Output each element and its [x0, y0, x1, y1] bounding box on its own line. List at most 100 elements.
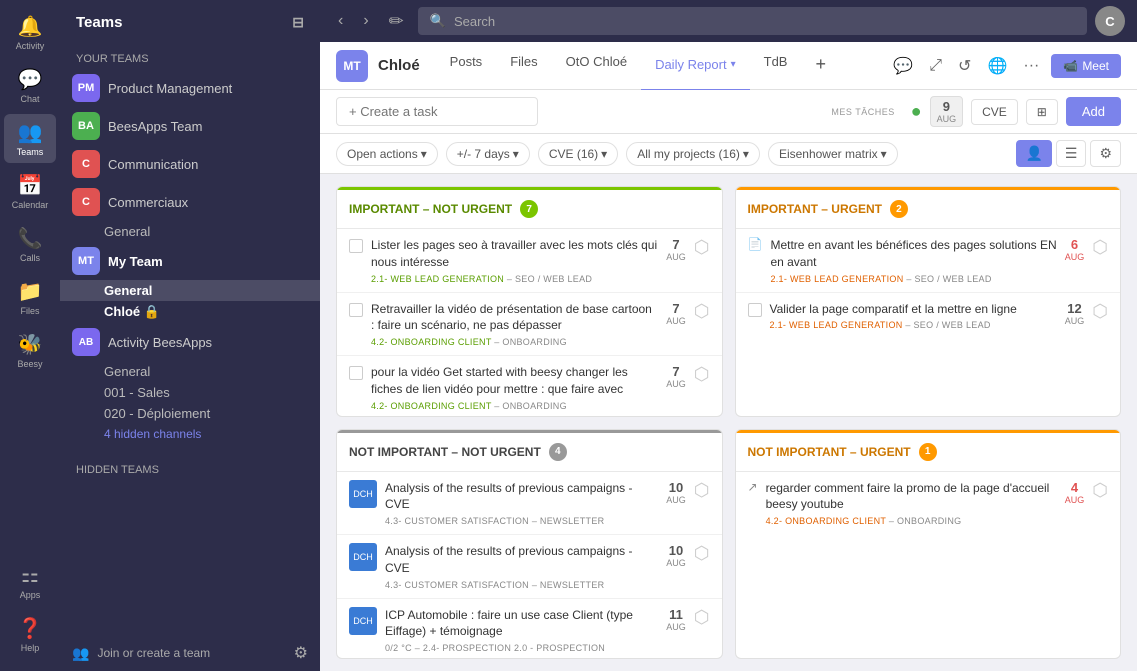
hexagon-icon[interactable]: ⬡ — [1092, 237, 1108, 258]
column-not-important-urgent: NOT IMPORTANT – URGENT 1 ↗ regarder comm… — [735, 429, 1122, 660]
task-date: 7 AUG — [666, 364, 686, 389]
filter-icon[interactable]: ⊟ — [292, 14, 304, 31]
hexagon-icon[interactable]: ⬡ — [694, 364, 710, 385]
search-bar: 🔍 — [418, 7, 1087, 35]
task-checkbox[interactable] — [748, 303, 762, 317]
people-icon: 👥 — [72, 645, 89, 662]
expand-button[interactable]: ⤢ — [925, 53, 946, 79]
sidebar-item-files[interactable]: 📁 Files — [4, 273, 56, 322]
task-checkbox[interactable] — [349, 239, 363, 253]
col-count-important-urgent: 2 — [890, 200, 908, 218]
sidebar-item-help[interactable]: ❓ Help — [4, 610, 56, 659]
channel-title: Chloé — [378, 57, 420, 74]
sidebar-item-beesy[interactable]: 🐝 Beesy — [4, 326, 56, 375]
channel-general-ab[interactable]: General — [60, 361, 320, 382]
column-important-urgent: IMPORTANT – URGENT 2 📄 Mettre en avant l… — [735, 186, 1122, 417]
hidden-channels[interactable]: 4 hidden channels — [60, 424, 320, 444]
globe-button[interactable]: 🌐 — [983, 52, 1011, 80]
sidebar-item-chat[interactable]: 💬 Chat — [4, 61, 56, 110]
task-checkbox[interactable] — [349, 303, 363, 317]
chat-action-button[interactable]: 💬 — [889, 52, 917, 80]
team-item-pm[interactable]: PM Product Management ··· — [60, 69, 320, 107]
meet-button[interactable]: 📹 Meet — [1051, 54, 1121, 78]
col-title-important-not-urgent: IMPORTANT – NOT URGENT — [349, 202, 512, 216]
hexagon-icon[interactable]: ⬡ — [694, 543, 710, 564]
calls-icon: 📞 — [18, 226, 43, 251]
teams-icon: 👥 — [18, 120, 43, 145]
channel-sales[interactable]: 001 - Sales — [60, 382, 320, 403]
channel-chloe[interactable]: Chloé 🔒 — [60, 301, 320, 323]
open-actions-filter[interactable]: Open actions ▾ — [336, 142, 438, 166]
sidebar-item-calendar[interactable]: 📅 Calendar — [4, 167, 56, 216]
task-title: pour la vidéo Get started with beesy cha… — [371, 364, 658, 398]
view-settings-button[interactable]: ⚙ — [1090, 140, 1121, 167]
view-list-button[interactable]: ☰ — [1056, 140, 1087, 167]
profile-avatar[interactable]: C — [1095, 6, 1125, 36]
days-range-filter[interactable]: +/- 7 days ▾ — [446, 142, 530, 166]
chevron-down-icon: ▾ — [421, 147, 427, 161]
chevron-down-icon-5: ▾ — [881, 147, 887, 161]
view-user-button[interactable]: 👤 — [1016, 140, 1051, 167]
column-important-not-urgent: IMPORTANT – NOT URGENT 7 Lister les page… — [336, 186, 723, 417]
tab-files[interactable]: Files — [496, 40, 551, 91]
channel-deploiement[interactable]: 020 - Déploiement — [60, 403, 320, 424]
task-tag: 2.1- WEB LEAD GENERATION – SEO / WEB LEA… — [770, 320, 1057, 330]
team-item-communication[interactable]: C Communication ··· — [60, 145, 320, 183]
hexagon-icon[interactable]: ⬡ — [694, 607, 710, 628]
chevron-down-icon-3: ▾ — [601, 147, 607, 161]
hexagon-icon[interactable]: ⬡ — [694, 237, 710, 258]
grid-view-button[interactable]: ⊞ — [1026, 99, 1058, 125]
search-input[interactable] — [454, 14, 1075, 29]
refresh-button[interactable]: ↺ — [954, 52, 975, 80]
settings-icon[interactable]: ⚙ — [294, 643, 308, 663]
team-item-myteam[interactable]: MT My Team ··· — [60, 242, 320, 280]
team-item-beesapps[interactable]: BA BeesApps Team ··· — [60, 107, 320, 145]
sidebar-item-calls[interactable]: 📞 Calls — [4, 220, 56, 269]
col-header-not-important-urgent: NOT IMPORTANT – URGENT 1 — [736, 430, 1121, 472]
sidebar-item-activity[interactable]: 🔔 Activity — [4, 8, 56, 57]
task-tag: 4.3- CUSTOMER SATISFACTION – NEWSLETTER — [385, 580, 658, 590]
tab-add[interactable]: + — [801, 40, 840, 91]
hexagon-icon[interactable]: ⬡ — [694, 301, 710, 322]
table-row: DCH Analysis of the results of previous … — [337, 535, 722, 599]
files-label: Files — [20, 306, 39, 316]
create-task-input[interactable] — [336, 97, 538, 126]
hexagon-icon[interactable]: ⬡ — [1092, 480, 1108, 501]
task-content: ICP Automobile : faire un use case Clien… — [385, 607, 658, 654]
cve-filter[interactable]: CVE (16) ▾ — [538, 142, 618, 166]
tab-posts[interactable]: Posts — [436, 40, 497, 91]
nav-back-button[interactable]: ‹ — [332, 8, 349, 34]
team-name-activity-beesapps: Activity BeesApps — [108, 335, 284, 350]
projects-filter[interactable]: All my projects (16) ▾ — [626, 142, 760, 166]
channel-general-myteam[interactable]: General — [60, 280, 320, 301]
team-name-commerciaux: Commerciaux — [108, 195, 284, 210]
join-create-team-button[interactable]: Join or create a team — [97, 646, 285, 660]
eisenhower-filter[interactable]: Eisenhower matrix ▾ — [768, 142, 898, 166]
avatar-activity-beesapps: AB — [72, 328, 100, 356]
tab-daily-report[interactable]: Daily Report ▾ — [641, 40, 750, 91]
compose-button[interactable]: ✏ — [383, 7, 410, 36]
hexagon-icon[interactable]: ⬡ — [1092, 301, 1108, 322]
sidebar-item-teams[interactable]: 👥 Teams — [4, 114, 56, 163]
tab-oto[interactable]: OtO Chloé — [552, 40, 641, 91]
mes-taches-label: MES TÂCHES — [831, 107, 894, 117]
sidebar-item-apps[interactable]: ⚏ Apps — [4, 557, 56, 606]
task-content: regarder comment faire la promo de la pa… — [766, 480, 1057, 527]
cve-button[interactable]: CVE — [971, 99, 1018, 125]
channel-general-commerciaux[interactable]: General — [60, 221, 320, 242]
hexagon-icon[interactable]: ⬡ — [694, 480, 710, 501]
more-button[interactable]: ··· — [1019, 53, 1043, 79]
add-button[interactable]: Add — [1066, 97, 1121, 126]
help-icon: ❓ — [18, 616, 43, 641]
task-title: regarder comment faire la promo de la pa… — [766, 480, 1057, 514]
table-row: DCH Analysis of the results of previous … — [337, 472, 722, 536]
task-checkbox[interactable] — [349, 366, 363, 380]
team-item-activity-beesapps[interactable]: AB Activity BeesApps ··· — [60, 323, 320, 361]
task-tag: 4.2- ONBOARDING CLIENT – ONBOARDING — [371, 337, 658, 347]
tab-tdb[interactable]: TdB — [750, 40, 802, 91]
task-tag: 2.1- WEB LEAD GENERATION – SEO / WEB LEA… — [371, 274, 658, 284]
nav-forward-button[interactable]: › — [357, 8, 374, 34]
teams-label: Teams — [17, 147, 44, 157]
team-item-commerciaux[interactable]: C Commerciaux ··· — [60, 183, 320, 221]
task-title: Retravailler la vidéo de présentation de… — [371, 301, 658, 335]
